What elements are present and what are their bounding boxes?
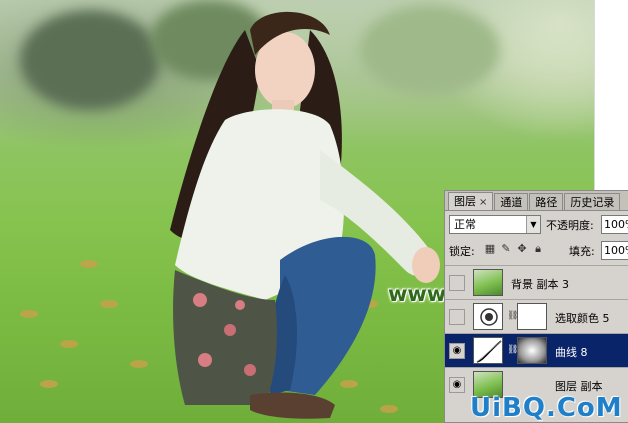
padlock-icon[interactable]: 🔒︎ [531,242,545,256]
tab-paths[interactable]: 路径 [529,193,564,210]
layer-row[interactable]: ⛓ 选取颜色 5 [445,299,628,333]
fill-label: 填充: [569,245,595,258]
opacity-input[interactable]: 100% [601,215,628,234]
adjustment-icon [473,303,503,330]
curves-icon [473,337,503,364]
background-tree [20,10,160,110]
fallen-leaf [60,340,78,348]
fallen-leaf [130,360,148,368]
tab-history[interactable]: 历史记录 [564,193,621,210]
blend-mode-select[interactable]: 正常 ▼ [449,215,541,234]
tab-channels[interactable]: 通道 [494,193,529,210]
layer-name: 背景 副本 3 [511,278,569,291]
layer-mask-thumbnail [517,303,547,330]
move-lock-icon[interactable]: ✥ [515,242,529,256]
fallen-leaf [80,260,98,268]
visibility-toggle[interactable] [449,309,465,325]
tab-channels-label: 通道 [500,196,523,209]
blend-mode-value: 正常 [454,218,476,231]
brush-lock-icon[interactable]: ✎ [499,242,513,256]
transparency-lock-icon[interactable]: ▦ [483,242,497,256]
tab-history-label: 历史记录 [570,196,615,209]
layer-name: 曲线 8 [555,346,588,359]
woman-figure [170,11,440,419]
tab-paths-label: 路径 [535,196,558,209]
visibility-toggle[interactable] [449,275,465,291]
tab-layers-label: 图层 [454,195,476,208]
chevron-down-icon[interactable]: ▼ [526,216,540,233]
layer-thumbnail [473,269,503,296]
layers-panel: 图层× 通道 路径 历史记录 正常 ▼ 不透明度: 100% 锁定: ▦ ✎ ✥… [444,190,628,423]
fallen-leaf [100,300,118,308]
tab-layers[interactable]: 图层 × [448,192,494,210]
eye-icon[interactable]: ◉ [449,343,465,359]
fill-input[interactable]: 100% [601,241,628,260]
opacity-label: 不透明度: [546,219,594,232]
layer-name: 选取颜色 5 [555,312,610,325]
layer-name: 图层 副本 [555,380,603,393]
blend-row: 正常 ▼ 不透明度: 100% [449,215,628,235]
eye-icon[interactable]: ◉ [449,377,465,393]
layer-list: 背景 副本 3 ⛓ 选取颜色 5 ◉ ⛓ 曲线 8 ◉ 图层 副本 [445,265,628,401]
lock-row: 锁定: ▦ ✎ ✥ 🔒︎ 填充: 100% [449,241,628,260]
fallen-leaf [40,380,58,388]
lock-label: 锁定: [449,245,475,258]
logo-watermark: UiBQ.CoM [470,393,623,423]
layer-row-selected[interactable]: ◉ ⛓ 曲线 8 [445,333,628,367]
layer-mask-thumbnail [517,337,547,364]
close-icon[interactable]: × [479,197,487,208]
panel-tabs: 图层 × 通道 路径 历史记录 [445,191,628,211]
layer-row[interactable]: 背景 副本 3 [445,265,628,299]
fallen-leaf [20,310,38,318]
